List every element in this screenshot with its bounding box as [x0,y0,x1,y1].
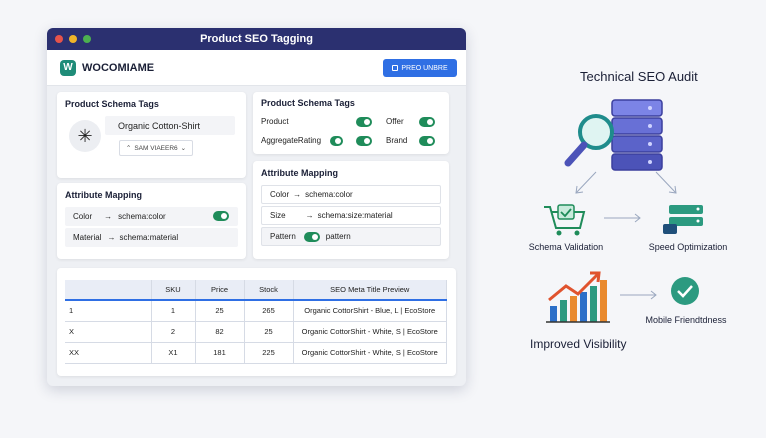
tag-label-offer: Offer [386,117,404,126]
attr-name: Color [73,212,93,221]
mapping-row: Material → schema:material [65,228,238,247]
col-header [65,280,152,301]
arrow-icon: → [107,233,116,242]
cell: 25 [244,321,294,343]
cell: 2 [151,321,196,343]
table-row[interactable]: X 2 82 25 Organic CottorShirt - White, S… [65,321,447,343]
attr-name: Pattern [270,232,296,241]
arrow-icon: → [104,212,113,221]
schema-panel-right: Product Schema Tags Product Offer Aggreg… [253,92,449,154]
logo-text: WOCOMIAME [82,61,155,74]
table-row[interactable]: 1 1 25 265 Organic CottorShirt - Blue, L… [65,300,447,322]
schema-target: schema:material [119,233,179,242]
improved-visibility-label: Improved Visibility [530,337,627,351]
select-value: SAM VIAEER6 [134,144,178,152]
panel-title: Product Schema Tags [65,99,159,109]
product-toggle[interactable] [356,117,372,127]
col-header: Stock [244,280,294,301]
cell: 265 [244,300,294,322]
attr-name: Color [270,190,290,199]
tag-label-product: Product [261,117,289,126]
cell: X [65,321,152,343]
schema-target: pattern [325,232,351,241]
tag-label-brand: Brand [386,136,408,145]
cell: 181 [195,342,245,364]
cell: X1 [151,342,196,364]
offer-toggle[interactable] [419,117,435,127]
check-circle-icon [671,277,699,305]
attr-name: Material [73,233,102,242]
col-header: SKU [151,280,196,301]
mapping-panel-right: Attribute Mapping Color → schema:color S… [253,161,449,259]
cell: Organic CottorShirt - White, S | EcoStor… [293,321,447,343]
cell: 1 [65,300,152,322]
pro-button[interactable]: PREO UNBRE [383,59,457,77]
col-header: SEO Meta Title Preview [293,280,447,301]
pattern-toggle[interactable] [303,231,320,242]
tag-label-aggregaterating: AggregateRating [261,136,322,145]
speed-server-icon [663,205,703,234]
schema-target: schema:color [118,212,166,221]
schema-target: schema:size:material [317,211,393,220]
schema-panel-left: Product Schema Tags ✳ Organic Cotton-Shi… [57,92,246,178]
col-header: Price [195,280,245,301]
product-name: Organic Cotton-Shirt [118,120,201,131]
speed-optimization-label: Speed Optimization [648,242,728,252]
cell: Organic CottorShirt - Blue, L | EcoStore [293,300,447,322]
mapping-row: Color → schema:color [65,207,238,226]
aggregaterating-toggle-2[interactable] [356,136,372,146]
panel-title: Attribute Mapping [65,190,142,200]
mapping-panel-left: Attribute Mapping Color → schema:color M… [57,183,246,259]
cell: XX [65,342,152,364]
schema-validation-label: Schema Validation [528,242,604,252]
attr-name: Size [270,211,286,220]
pro-button-label: PREO UNBRE [401,64,448,72]
cell: 1 [151,300,196,322]
chevron-down-icon: ⌄ [180,145,187,152]
arrow-icon: → [305,211,314,220]
shopping-cart-icon [544,204,586,236]
product-thumbnail: ✳ [69,120,101,152]
window-title: Product SEO Tagging [200,33,313,45]
schema-type-select[interactable]: ⌃ SAM VIAEER6 ⌄ [119,140,193,156]
app-header: W WOCOMIAME PREO UNBRE [47,50,466,86]
cell: 225 [244,342,294,364]
panel-title: Attribute Mapping [261,168,338,178]
mapping-row: Pattern pattern [261,227,441,246]
cell: 82 [195,321,245,343]
audit-title: Technical SEO Audit [580,69,698,84]
mapping-row: Color → schema:color [261,185,441,204]
mobile-friendliness-label: Mobile Friendtdness [645,315,727,325]
panel-title: Product Schema Tags [261,98,355,108]
schema-target: schema:color [305,190,353,199]
cell: Organic CottorShirt - White, S | EcoStor… [293,342,447,364]
title-bar: Product SEO Tagging [47,28,466,50]
table-row[interactable]: XX X1 181 225 Organic CottorShirt - Whit… [65,342,447,364]
app-window: Product SEO Tagging W WOCOMIAME PREO UNB… [47,28,466,386]
asterisk-icon: ✳ [77,125,93,146]
table-header-row: SKU Price Stock SEO Meta Title Preview [65,280,447,301]
logo-icon: W [60,59,76,76]
growth-chart-icon [546,271,610,323]
chevron-up-icon: ⌃ [125,145,132,152]
arrow-icon: → [293,190,302,199]
mapping-row: Size → schema:size:material [261,206,441,225]
mapping-toggle[interactable] [213,211,229,221]
product-name-field: Organic Cotton-Shirt [105,116,235,135]
aggregaterating-toggle[interactable] [330,136,343,146]
cell: 25 [195,300,245,322]
magnifier-icon [564,114,614,167]
box-icon [392,65,399,71]
product-table: SKU Price Stock SEO Meta Title Preview 1… [65,280,447,364]
server-stack-icon [611,99,663,171]
brand-toggle[interactable] [419,136,435,146]
